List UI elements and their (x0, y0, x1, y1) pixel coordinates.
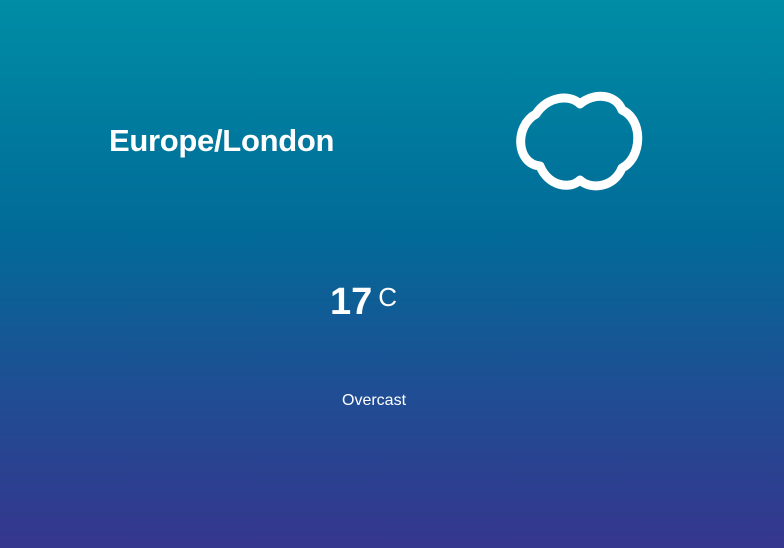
temperature-value: 17 (330, 281, 373, 323)
weather-widget: Europe/London 17 C Overcast (0, 0, 784, 548)
temperature-readout: 17 C (330, 280, 397, 332)
temperature-unit: C (378, 282, 398, 312)
location-name: Europe/London (109, 123, 335, 158)
condition-text: Overcast (342, 392, 407, 409)
cloud-icon (516, 91, 643, 191)
